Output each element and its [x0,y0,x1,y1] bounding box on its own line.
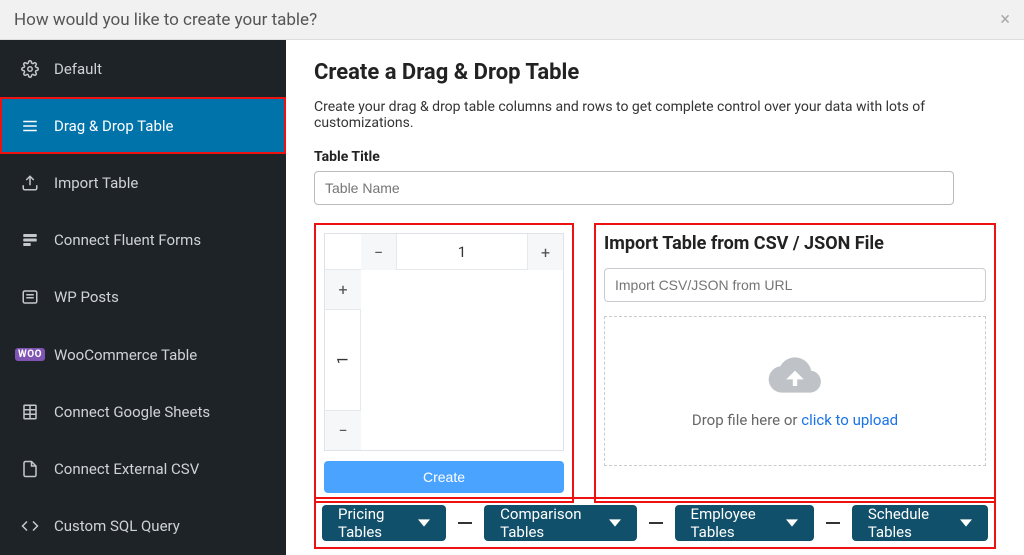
click-to-upload-link[interactable]: click to upload [801,411,898,429]
col-controls: − 1 + [325,234,563,270]
chevron-down-icon [786,517,798,529]
import-panel: Import Table from CSV / JSON File Drop f… [594,223,996,503]
sidebar-item-wp-posts[interactable]: WP Posts [0,269,286,326]
page-title: Create a Drag & Drop Table [314,60,996,85]
sidebar-item-label: Connect External CSV [54,460,199,478]
tab-label: Schedule Tables [868,505,952,541]
sidebar-item-external-csv[interactable]: Connect External CSV [0,441,286,498]
sidebar-item-default[interactable]: Default [0,40,286,97]
builder-row: − 1 + + 1 − Create [314,223,996,503]
modal-title: How would you like to create your table? [14,10,317,30]
grid-builder-panel: − 1 + + 1 − Create [314,223,574,503]
drag-icon [20,116,40,136]
sidebar-item-sql[interactable]: Custom SQL Query [0,498,286,555]
grid-builder: − 1 + + 1 − [324,233,564,451]
sidebar-item-fluent-forms[interactable]: Connect Fluent Forms [0,212,286,269]
close-icon[interactable]: × [1000,9,1010,30]
page-description: Create your drag & drop table columns an… [314,99,996,131]
cloud-upload-icon [767,353,823,401]
sidebar-item-label: Custom SQL Query [54,517,180,535]
import-url-input[interactable] [604,268,986,302]
code-icon [20,516,40,536]
tab-connector [458,522,472,524]
table-title-label: Table Title [314,149,996,165]
row-count: 1 [293,343,393,378]
sidebar-item-label: Connect Google Sheets [54,403,210,421]
sidebar-item-label: Import Table [54,174,138,192]
csv-icon [20,459,40,479]
row-increment-button[interactable]: + [325,270,361,310]
sidebar-item-drag-drop[interactable]: Drag & Drop Table [0,97,286,154]
col-decrement-button[interactable]: − [361,234,397,270]
modal-body: Default Drag & Drop Table Import Table C… [0,40,1024,555]
import-heading: Import Table from CSV / JSON File [604,233,986,254]
sidebar-item-google-sheets[interactable]: Connect Google Sheets [0,383,286,440]
tab-schedule[interactable]: Schedule Tables [852,505,988,541]
sidebar-item-import[interactable]: Import Table [0,154,286,211]
sidebar-item-label: WooCommerce Table [54,346,197,364]
sidebar-item-label: Drag & Drop Table [54,117,173,135]
row-decrement-button[interactable]: − [325,410,361,450]
tab-employee[interactable]: Employee Tables [675,505,814,541]
sidebar: Default Drag & Drop Table Import Table C… [0,40,286,555]
tab-label: Pricing Tables [338,505,410,541]
tab-connector [826,522,840,524]
sidebar-item-label: WP Posts [54,288,119,306]
chevron-down-icon [418,517,430,529]
tab-label: Employee Tables [691,505,778,541]
col-increment-button[interactable]: + [527,234,563,270]
template-tabs-row: Pricing Tables Comparison Tables Employe… [314,497,996,549]
col-count: 1 [397,234,527,269]
tab-pricing[interactable]: Pricing Tables [322,505,446,541]
sidebar-item-label: Default [54,60,102,78]
tab-connector [649,522,663,524]
tab-label: Comparison Tables [500,505,600,541]
table-title-input[interactable] [314,171,954,205]
posts-icon [20,287,40,307]
chevron-down-icon [609,517,621,529]
chevron-down-icon [960,517,972,529]
corner-spacer [325,234,361,269]
grid-mid: + 1 − [325,270,563,450]
sidebar-item-woocommerce[interactable]: WOO WooCommerce Table [0,326,286,383]
tab-comparison[interactable]: Comparison Tables [484,505,636,541]
form-icon [20,230,40,250]
sheets-icon [20,402,40,422]
woo-icon: WOO [20,345,40,365]
row-controls: + 1 − [325,270,361,450]
create-button[interactable]: Create [324,461,564,493]
file-dropzone[interactable]: Drop file here or click to upload [604,316,986,466]
upload-icon [20,173,40,193]
gear-icon [20,59,40,79]
dropzone-text: Drop file here or click to upload [692,411,898,429]
sidebar-item-label: Connect Fluent Forms [54,231,201,249]
modal-header: How would you like to create your table?… [0,0,1024,40]
content-area: Create a Drag & Drop Table Create your d… [286,40,1024,555]
modal-root: How would you like to create your table?… [0,0,1024,555]
